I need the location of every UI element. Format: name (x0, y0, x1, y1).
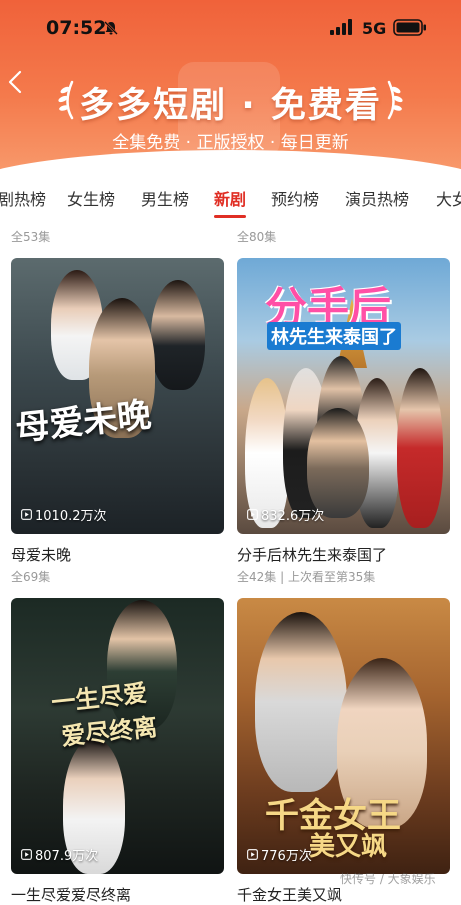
prev-card-meta-left: 全53集 (11, 230, 51, 244)
bell-mute-icon (104, 21, 118, 35)
tab-actors[interactable]: 演员热榜 (345, 186, 409, 210)
play-icon (21, 849, 32, 860)
network-type: 5G (362, 19, 387, 38)
poster-title-text: 母爱未晚 (13, 394, 154, 449)
tab-reserve[interactable]: 预约榜 (271, 186, 319, 210)
category-tabs: 剧热榜 女生榜 男生榜 新剧 预约榜 演员热榜 大女 (0, 186, 461, 220)
signal-icon (330, 19, 352, 35)
view-count: 776万次 (247, 845, 312, 864)
drama-card-meta: 全42集 | 上次看至第35集 (237, 570, 376, 584)
banner-subtitle: 全集免费 · 正版授权 · 每日更新 (112, 133, 349, 153)
active-tab-indicator (214, 215, 246, 218)
view-count-text: 832.6万次 (261, 509, 325, 524)
play-icon (247, 509, 258, 520)
status-time: 07:52 (46, 17, 107, 39)
poster-subtitle-text: 美又飒 (309, 832, 388, 862)
play-icon (21, 509, 32, 520)
poster-subtitle-text: 林先生来泰国了 (267, 322, 401, 350)
poster-figure (307, 408, 369, 518)
tab-new[interactable]: 新剧 (214, 186, 246, 210)
tab-male[interactable]: 男生榜 (141, 186, 189, 210)
tab-female[interactable]: 女生榜 (67, 186, 115, 210)
drama-card-title[interactable]: 千金女王美又飒 (237, 884, 342, 905)
view-count: 807.9万次 (21, 845, 98, 864)
view-count-text: 807.9万次 (35, 849, 99, 864)
view-count-text: 1010.2万次 (35, 509, 107, 524)
drama-card-poster[interactable]: 母爱未晚 1010.2万次 (11, 258, 224, 534)
drama-card-poster[interactable]: 千金女王 美又飒 776万次 (237, 598, 450, 874)
drama-card-meta: 全69集 (11, 570, 51, 584)
drama-card-poster[interactable]: 分手后 林先生来泰国了 832.6万次 (237, 258, 450, 534)
prev-card-meta-right: 全80集 (237, 230, 277, 244)
tab-hot[interactable]: 剧热榜 (0, 186, 46, 210)
poster-figure (255, 612, 347, 792)
watermark: 快传号 / 大象娱乐 (340, 872, 436, 886)
view-count: 832.6万次 (247, 505, 324, 524)
poster-figure (151, 280, 205, 390)
poster-figure (397, 368, 443, 528)
laurel-right-icon (387, 80, 403, 120)
drama-card-title[interactable]: 一生尽爱爱尽终离 (11, 884, 131, 905)
battery-icon (393, 19, 426, 36)
view-count: 1010.2万次 (21, 505, 107, 524)
drama-card-title[interactable]: 分手后林先生来泰国了 (237, 544, 387, 565)
view-count-text: 776万次 (261, 849, 312, 864)
play-icon (247, 849, 258, 860)
drama-card-poster[interactable]: 一生尽爱 爱尽终离 807.9万次 (11, 598, 224, 874)
drama-card-title[interactable]: 母爱未晚 (11, 544, 71, 565)
tab-more[interactable]: 大女 (436, 186, 461, 210)
header-banner: 07:52 5G 多多短剧 · 免费看 全集免费 · 正版授权 · 每日更新 (0, 0, 461, 175)
